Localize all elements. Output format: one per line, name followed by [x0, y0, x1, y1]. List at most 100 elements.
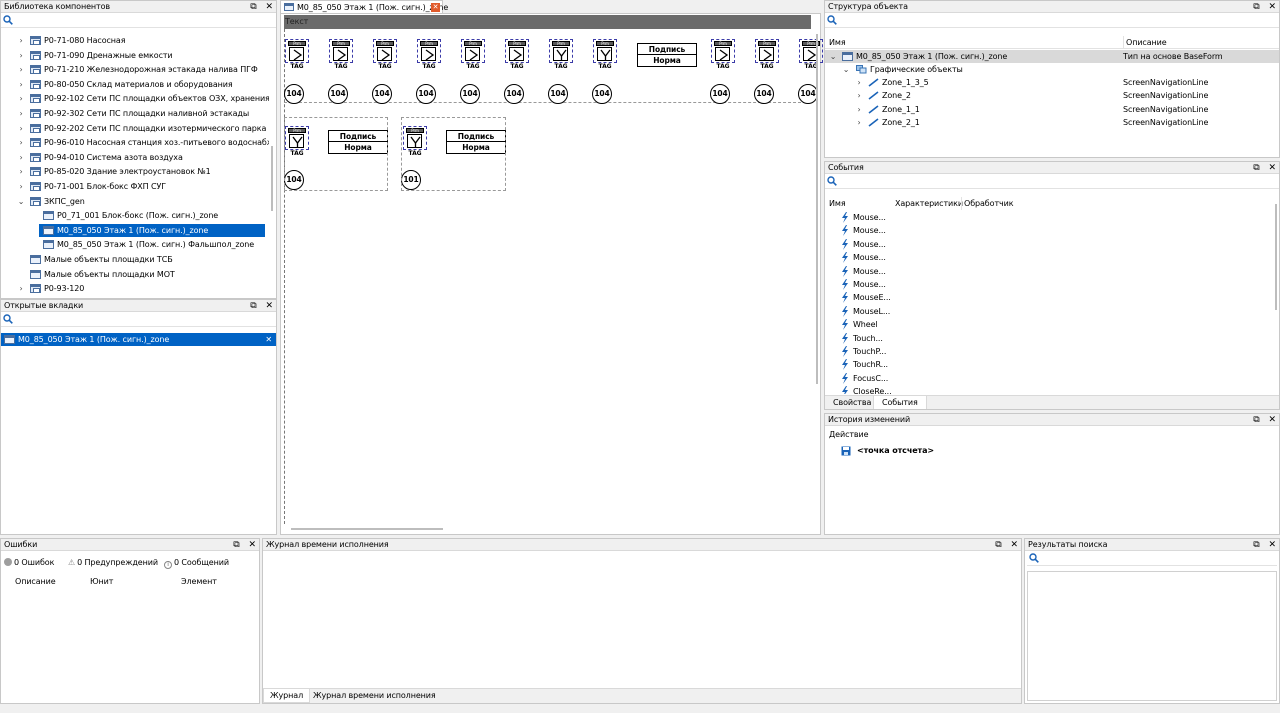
restore-icon[interactable]: ⧉	[250, 300, 256, 311]
zone-number-badge[interactable]: 104	[328, 84, 348, 104]
close-icon[interactable]: ✕	[266, 1, 274, 12]
chevron-down-icon[interactable]: ⌄	[17, 195, 25, 208]
column-handler[interactable]: Обработчик	[961, 197, 1014, 210]
event-row[interactable]: CloseRe...	[839, 385, 1259, 394]
open-tabs-search[interactable]	[1, 312, 276, 327]
event-row[interactable]: Touch...	[839, 332, 1259, 345]
event-row[interactable]: Mouse...	[839, 211, 1259, 224]
zone-number-badge[interactable]: 104	[798, 84, 818, 104]
tag-symbol[interactable]: Prm TAG	[711, 39, 735, 70]
events-search[interactable]	[825, 174, 1279, 189]
structure-child[interactable]: › Zone_1_3_5 ScreenNavigationLine	[825, 76, 1279, 89]
library-item[interactable]: › P0-71-001 Блок-бокс ФХП СУГ	[1, 180, 269, 193]
close-icon[interactable]: ✕	[1269, 162, 1277, 173]
close-icon[interactable]: ✕	[249, 539, 257, 550]
restore-icon[interactable]: ⧉	[233, 539, 239, 550]
tab-journal[interactable]: Журнал	[263, 689, 311, 703]
library-item[interactable]: Малые объекты площадки ТСБ	[1, 253, 269, 266]
library-item[interactable]: › P0-71-090 Дренажные емкости	[1, 49, 269, 62]
chevron-right-icon[interactable]: ›	[17, 122, 25, 135]
structure-child[interactable]: › Zone_2 ScreenNavigationLine	[825, 89, 1279, 102]
chevron-right-icon[interactable]: ›	[17, 136, 25, 149]
chevron-right-icon[interactable]: ›	[17, 92, 25, 105]
structure-child[interactable]: › Zone_2_1 ScreenNavigationLine	[825, 116, 1279, 129]
chevron-down-icon[interactable]: ⌄	[829, 50, 837, 63]
tag-symbol[interactable]: Prm TAG	[505, 39, 529, 70]
editor-tab[interactable]: M0_85_050 Этаж 1 (Пож. сигн.)_zone ✕	[280, 0, 448, 13]
chevron-right-icon[interactable]: ›	[17, 34, 25, 47]
chevron-right-icon[interactable]: ›	[855, 89, 863, 102]
event-row[interactable]: MouseL...	[839, 305, 1259, 318]
library-item[interactable]: › P0-92-302 Сети ПС площадки наливной эст…	[1, 107, 269, 120]
chevron-right-icon[interactable]: ›	[17, 165, 25, 178]
library-item[interactable]: M0_85_050 Этаж 1 (Пож. сигн.)_zone	[39, 223, 265, 237]
chevron-right-icon[interactable]: ›	[855, 116, 863, 129]
close-icon[interactable]: ✕	[1269, 414, 1277, 425]
zone-number-badge[interactable]: 104	[592, 84, 612, 104]
column-description[interactable]: Описание	[15, 577, 56, 586]
library-item[interactable]: › P0-92-202 Сети ПС площадки изотермическ…	[1, 122, 269, 135]
group-frame-1[interactable]	[284, 117, 388, 191]
event-row[interactable]: Mouse...	[839, 278, 1259, 291]
tab-properties[interactable]: Свойства	[833, 397, 871, 409]
zone-number-badge[interactable]: 104	[416, 84, 436, 104]
column-unit[interactable]: Юнит	[90, 577, 113, 586]
chevron-right-icon[interactable]: ›	[17, 49, 25, 62]
library-item[interactable]: › P0-94-010 Система азота воздуха	[1, 151, 269, 164]
library-item[interactable]: M0_85_050 Этаж 1 (Пож. сигн.) Фальшпол_z…	[1, 238, 269, 251]
zone-number-badge[interactable]: 104	[548, 84, 568, 104]
search-results-search[interactable]	[1027, 551, 1277, 566]
library-item[interactable]: › P0-92-102 Сети ПС площадки объектов ОЗХ…	[1, 92, 269, 105]
column-name[interactable]: Имя	[829, 36, 846, 49]
chevron-right-icon[interactable]: ›	[855, 103, 863, 116]
editor-canvas[interactable]: Текст Prm TAG Prm TAG Prm TAG Prm TAG Prm TAG Prm T…	[280, 13, 823, 535]
restore-icon[interactable]: ⧉	[995, 539, 1001, 550]
canvas-horizontal-scrollbar[interactable]	[291, 528, 443, 530]
events-scrollbar[interactable]	[1275, 204, 1277, 310]
tag-symbol[interactable]: Prm TAG	[329, 39, 353, 70]
event-row[interactable]: TouchP...	[839, 345, 1259, 358]
restore-icon[interactable]: ⧉	[250, 1, 256, 12]
tab-events[interactable]: События	[873, 396, 927, 409]
event-row[interactable]: Mouse...	[839, 238, 1259, 251]
tag-symbol[interactable]: Prm TAG	[799, 39, 823, 70]
close-tab-icon[interactable]: ✕	[431, 3, 440, 12]
messages-filter[interactable]: i0 Сообщений	[164, 558, 229, 569]
restore-icon[interactable]: ⧉	[1253, 539, 1259, 550]
library-search[interactable]	[1, 13, 276, 28]
chevron-right-icon[interactable]: ›	[855, 76, 863, 89]
tag-symbol[interactable]: Prm TAG	[417, 39, 441, 70]
tag-symbol[interactable]: Prm TAG	[755, 39, 779, 70]
restore-icon[interactable]: ⧉	[1253, 162, 1259, 173]
event-row[interactable]: Wheel	[839, 318, 1259, 331]
event-row[interactable]: TouchR...	[839, 358, 1259, 371]
restore-icon[interactable]: ⧉	[1253, 1, 1259, 12]
zone-number-badge[interactable]: 104	[754, 84, 774, 104]
zone-number-badge[interactable]: 104	[504, 84, 524, 104]
tag-symbol[interactable]: Prm TAG	[593, 39, 617, 70]
chevron-right-icon[interactable]: ›	[17, 107, 25, 120]
tag-symbol[interactable]: Prm TAG	[549, 39, 573, 70]
library-item[interactable]: ⌄ ЗКПС_gen	[1, 195, 269, 208]
tag-symbol[interactable]: Prm TAG	[461, 39, 485, 70]
chevron-right-icon[interactable]: ›	[17, 180, 25, 193]
library-scrollbar[interactable]	[271, 146, 273, 211]
column-element[interactable]: Элемент	[181, 577, 217, 586]
column-description[interactable]: Описание	[1123, 36, 1167, 49]
signature-box[interactable]: Подпись Норма	[637, 43, 697, 67]
close-icon[interactable]: ✕	[1269, 539, 1277, 550]
chevron-right-icon[interactable]: ›	[17, 78, 25, 91]
close-icon[interactable]: ✕	[265, 333, 272, 346]
column-characteristics[interactable]: Характеристики	[895, 197, 963, 210]
event-row[interactable]: MouseE...	[839, 291, 1259, 304]
event-row[interactable]: Mouse...	[839, 265, 1259, 278]
chevron-right-icon[interactable]: ›	[17, 151, 25, 164]
structure-search[interactable]	[825, 13, 1279, 28]
library-item[interactable]: › P0-93-120	[1, 282, 269, 295]
library-item[interactable]: › P0-80-050 Склад материалов и оборудован…	[1, 78, 269, 91]
close-icon[interactable]: ✕	[1011, 539, 1019, 550]
restore-icon[interactable]: ⧉	[1253, 414, 1259, 425]
library-item[interactable]: › P0-96-010 Насосная станция хоз.-питьево…	[1, 136, 269, 149]
errors-filter[interactable]: 0 Ошибок	[4, 558, 54, 567]
library-item[interactable]: Малые объекты площадки МОТ	[1, 268, 269, 281]
